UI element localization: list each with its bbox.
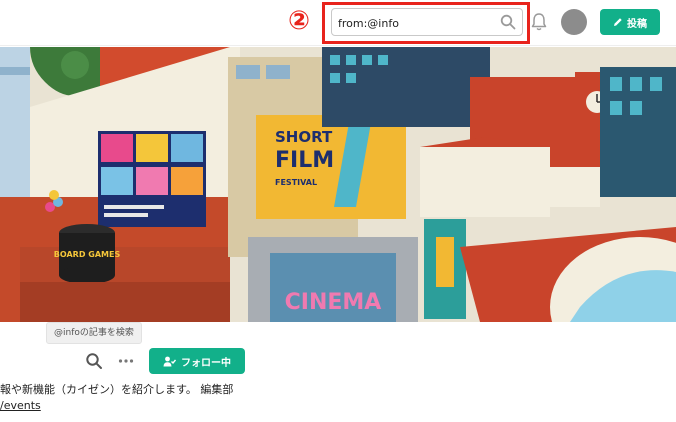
film-sign-line1: SHORT [275,128,333,146]
more-icon[interactable] [117,352,135,370]
cinema-sign: CINEMA [285,290,382,315]
cover-image: BOARD GAMES SHORT FILM FESTIVAL CINEMA [0,47,676,322]
film-sign-line2: FILM [275,148,334,173]
follow-button-label: フォロー中 [181,357,231,369]
search-input[interactable] [338,13,488,33]
header: ② 投稿 [0,0,676,46]
profile-bio-link[interactable]: /events [0,399,41,412]
user-check-icon [163,356,176,366]
post-button[interactable]: 投稿 [600,9,660,35]
profile-bio: 報や新機能（カイゼン）を紹介します。 編集部 [0,383,234,396]
follow-button[interactable]: フォロー中 [149,348,245,374]
pencil-icon [614,18,622,26]
search-icon[interactable] [85,352,103,370]
avatar[interactable] [561,9,587,35]
board-games-sign: BOARD GAMES [54,250,121,259]
step-marker: ② [287,6,310,36]
post-button-label: 投稿 [627,18,647,30]
bell-icon[interactable] [529,11,549,33]
search-icon[interactable] [500,14,516,30]
film-sign-line3: FESTIVAL [275,178,317,187]
search-box[interactable] [331,8,523,36]
cover-illustration: BOARD GAMES SHORT FILM FESTIVAL CINEMA [0,47,676,322]
search-articles-tooltip: @infoの記事を検索 [46,322,142,344]
